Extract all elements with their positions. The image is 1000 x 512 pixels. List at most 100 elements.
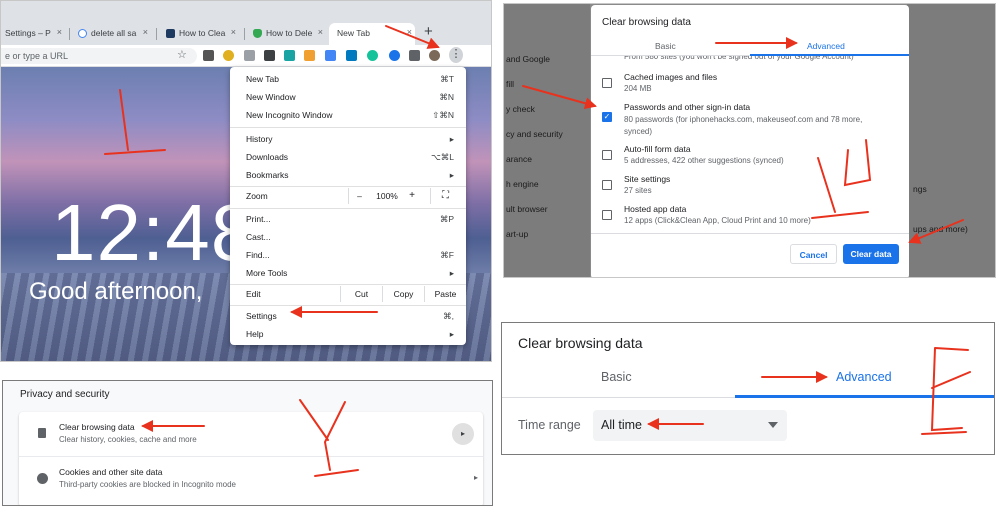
extension-grammar-icon[interactable]: [325, 50, 336, 61]
row-clear-browsing-data[interactable]: Clear browsing data Clear history, cooki…: [19, 412, 483, 456]
scrolled-cutoff-text: From 580 sites (you won't be signed out …: [624, 56, 854, 61]
menu-item-help[interactable]: Help ▸: [230, 326, 466, 342]
item-subtitle: 204 MB: [624, 84, 652, 93]
row-subtitle: Third-party cookies are blocked in Incog…: [59, 480, 236, 489]
tab-label: Settings – P: [5, 28, 51, 38]
google-favicon-icon: [78, 29, 87, 38]
tab-how-to-delete[interactable]: How to Dele ×: [248, 23, 326, 45]
lock-favicon-icon: [253, 29, 262, 38]
tab-label: How to Clea: [179, 28, 226, 38]
sidebar-item: y check: [506, 104, 535, 114]
extension-box-icon[interactable]: [244, 50, 255, 61]
sidebar-item: h engine: [506, 179, 539, 189]
fullscreen-icon[interactable]: ⛶: [430, 188, 460, 204]
menu-item-settings[interactable]: Settings ⌘,: [230, 308, 466, 324]
tab-basic[interactable]: Basic: [601, 370, 632, 384]
menu-item-history[interactable]: History ▸: [230, 131, 466, 147]
time-range-value: All time: [601, 418, 642, 432]
new-tab-button[interactable]: +: [424, 23, 433, 40]
sidebar-item: fill: [506, 79, 515, 89]
tab-close-icon[interactable]: ×: [143, 27, 148, 37]
cut-button[interactable]: Cut: [340, 286, 382, 302]
item-subtitle: 12 apps (Click&Clean App, Cloud Print an…: [624, 216, 811, 225]
tab-close-icon[interactable]: ×: [57, 27, 62, 37]
extension-camera-icon[interactable]: [264, 50, 275, 61]
ntp-greeting: Good afternoon,: [29, 278, 203, 305]
chrome-menu-kebab-icon[interactable]: ⋮: [449, 47, 463, 63]
tab-close-icon[interactable]: ×: [407, 27, 412, 37]
checkbox-cached-images[interactable]: [602, 78, 612, 88]
tab-strip: Settings – P × delete all sa × How to Cl…: [1, 1, 491, 45]
tab-close-icon[interactable]: ×: [231, 27, 236, 37]
tab-delete-all[interactable]: delete all sa ×: [73, 23, 151, 45]
zoom-label: Zoom: [246, 191, 268, 201]
profile-avatar[interactable]: [429, 50, 440, 61]
extension-note-icon[interactable]: [304, 50, 315, 61]
zoom-value: 100%: [376, 191, 398, 201]
sidebar-item: cy and security: [506, 129, 563, 139]
tab-close-icon[interactable]: ×: [318, 27, 323, 37]
tab-settings[interactable]: Settings – P ×: [1, 23, 65, 45]
privacy-security-screenshot: Privacy and security Clear browsing data…: [2, 380, 493, 506]
extensions-puzzle-icon[interactable]: [409, 50, 420, 61]
zoom-in-button[interactable]: +: [404, 190, 420, 201]
extension-shield-icon[interactable]: [203, 50, 214, 61]
extension-grammarly-icon[interactable]: [367, 50, 378, 61]
dialog-title: Clear browsing data: [518, 335, 643, 351]
row-subtitle: Clear history, cookies, cache and more: [59, 435, 197, 444]
section-heading: Privacy and security: [20, 389, 110, 400]
tab-basic[interactable]: Basic: [655, 41, 676, 51]
checkbox-autofill[interactable]: [602, 150, 612, 160]
menu-item-new-tab[interactable]: New Tab ⌘T: [230, 71, 466, 87]
checkbox-hosted-app-data[interactable]: [602, 210, 612, 220]
tab-how-to-clear[interactable]: How to Clea ×: [161, 23, 239, 45]
chevron-right-icon[interactable]: ▸: [474, 473, 478, 482]
tab-advanced[interactable]: Advanced: [807, 41, 845, 51]
dimmed-text: ups and more): [913, 224, 968, 234]
checkbox-passwords[interactable]: ✓: [602, 112, 612, 122]
paste-button[interactable]: Paste: [424, 286, 466, 302]
item-title: Hosted app data: [624, 204, 687, 214]
time-range-screenshot: Clear browsing data Basic Advanced Time …: [501, 322, 995, 455]
time-range-select[interactable]: All time: [593, 410, 787, 441]
menu-item-new-window[interactable]: New Window ⌘N: [230, 89, 466, 105]
chevron-right-icon[interactable]: ▸: [452, 423, 474, 445]
extension-filter-icon[interactable]: [284, 50, 295, 61]
clear-data-button[interactable]: Clear data: [843, 244, 899, 264]
tab-label: How to Dele: [266, 28, 313, 38]
menu-item-bookmarks[interactable]: Bookmarks ▸: [230, 167, 466, 183]
chrome-window-screenshot: Settings – P × delete all sa × How to Cl…: [0, 0, 492, 362]
menu-item-downloads[interactable]: Downloads ⌥⌘L: [230, 149, 466, 165]
settings-content-dimmed: ngs ups and more): [907, 4, 995, 277]
tab-new-tab[interactable]: New Tab ×: [329, 23, 415, 45]
extension-trello-icon[interactable]: [346, 50, 357, 61]
omnibox[interactable]: e or type a URL: [1, 48, 197, 64]
privacy-card: Clear browsing data Clear history, cooki…: [19, 412, 483, 505]
cancel-button[interactable]: Cancel: [790, 244, 837, 264]
item-title: Auto-fill form data: [624, 144, 691, 154]
sidebar-item: arance: [506, 154, 532, 164]
menu-item-print[interactable]: Print... ⌘P: [230, 211, 466, 227]
trash-icon: [38, 428, 46, 438]
row-title: Clear browsing data: [59, 422, 135, 432]
menu-item-more-tools[interactable]: More Tools ▸: [230, 265, 466, 281]
bookmark-star-icon[interactable]: ☆: [177, 48, 187, 61]
copy-button[interactable]: Copy: [382, 286, 424, 302]
menu-item-find[interactable]: Find... ⌘F: [230, 247, 466, 263]
extension-globe-icon[interactable]: [389, 50, 400, 61]
tab-advanced[interactable]: Advanced: [836, 370, 892, 384]
sidebar-item: and Google: [506, 54, 550, 64]
row-cookies[interactable]: Cookies and other site data Third-party …: [19, 457, 483, 501]
extension-brush-icon[interactable]: [223, 50, 234, 61]
chrome-main-menu: New Tab ⌘T New Window ⌘N New Incognito Win…: [230, 67, 466, 345]
item-subtitle: 80 passwords (for iphonehacks.com, makeu…: [624, 115, 863, 136]
cookie-icon: [37, 473, 48, 484]
zoom-out-button[interactable]: –: [348, 188, 370, 204]
checkbox-site-settings[interactable]: [602, 180, 612, 190]
menu-item-cast[interactable]: Cast...: [230, 229, 466, 245]
item-title: Site settings: [624, 174, 671, 184]
tab-label: New Tab: [337, 28, 370, 38]
sidebar-item: art-up: [506, 229, 529, 239]
menu-item-incognito[interactable]: New Incognito Window ⇧⌘N: [230, 107, 466, 123]
time-range-label: Time range: [518, 418, 581, 432]
